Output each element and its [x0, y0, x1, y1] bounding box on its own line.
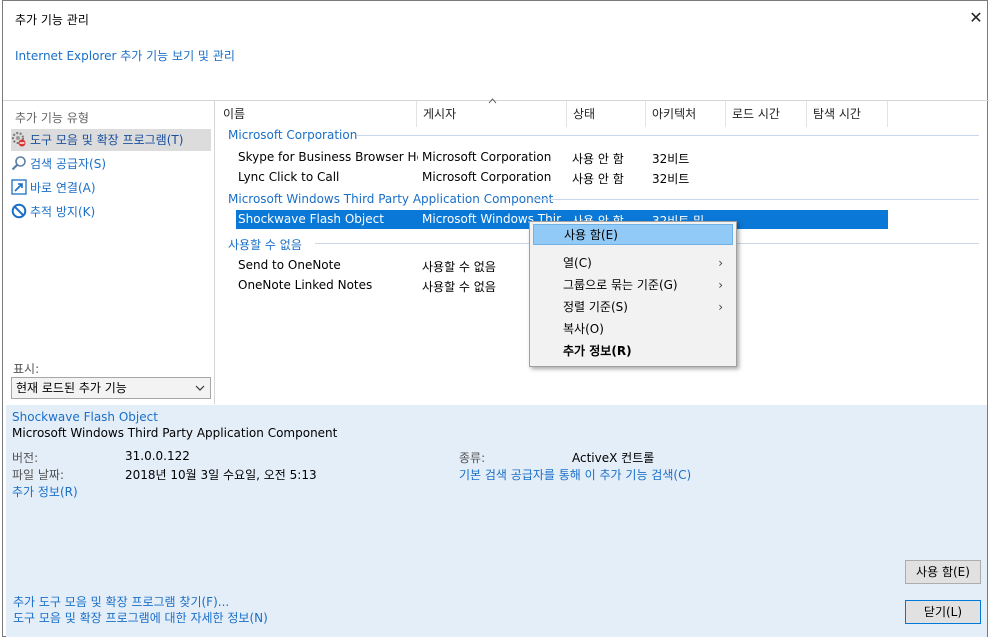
- column-divider[interactable]: [416, 101, 417, 127]
- window-subtitle: Internet Explorer 추가 기능 보기 및 관리: [15, 49, 235, 63]
- menu-item-label: 복사(O): [563, 322, 604, 336]
- column-header-load-time[interactable]: 로드 시간: [732, 105, 780, 122]
- column-header-navigation-time[interactable]: 탐색 시간: [813, 105, 861, 122]
- group-divider: [533, 199, 979, 200]
- sidebar-item-toolbars-extensions[interactable]: 도구 모음 및 확장 프로그램(T): [11, 129, 211, 151]
- column-header-publisher[interactable]: 게시자: [423, 105, 456, 122]
- column-divider[interactable]: [645, 101, 646, 127]
- row-publisher: Microsoft Corporation: [422, 150, 552, 164]
- sidebar-item-label: 바로 연결(A): [30, 181, 96, 195]
- accelerator-icon: [11, 179, 27, 195]
- menu-item-label: 그룹으로 묶는 기준(G): [563, 278, 678, 292]
- menu-item-label: 정렬 기준(S): [563, 300, 628, 314]
- sidebar-item-label: 도구 모음 및 확장 프로그램(T): [30, 133, 184, 147]
- sidebar-item-label: 추적 방지(K): [30, 205, 96, 219]
- window-title: 추가 기능 관리: [15, 13, 89, 27]
- show-dropdown[interactable]: 현재 로드된 추가 기능: [11, 377, 211, 399]
- menu-item-enable[interactable]: 사용 함(E): [533, 224, 733, 245]
- menu-item-group-by[interactable]: 그룹으로 묶는 기준(G) ›: [533, 275, 733, 296]
- addon-type-label: 추가 기능 유형: [15, 111, 89, 125]
- row-architecture: 32비트: [652, 152, 690, 166]
- more-info-link[interactable]: 추가 정보(R): [12, 483, 78, 500]
- version-value: 31.0.0.122: [125, 449, 190, 463]
- sidebar-item-search-providers[interactable]: 검색 공급자(S): [11, 153, 211, 175]
- menu-item-label: 열(C): [563, 256, 592, 270]
- chevron-down-icon: [195, 378, 205, 406]
- manage-addons-window: 추가 기능 관리 ✕ Internet Explorer 추가 기능 보기 및 …: [2, 0, 989, 637]
- learn-more-toolbars-link[interactable]: 도구 모음 및 확장 프로그램에 대한 자세한 정보(N): [13, 609, 268, 626]
- search-icon: [11, 155, 27, 171]
- group-header[interactable]: 사용할 수 없음: [228, 236, 302, 253]
- row-name: Send to OneNote: [238, 258, 341, 272]
- group-divider: [357, 135, 979, 136]
- row-status: 사용 안 함: [572, 172, 624, 186]
- column-divider[interactable]: [566, 101, 567, 127]
- find-more-toolbars-link[interactable]: 추가 도구 모음 및 확장 프로그램 찾기(F)...: [13, 593, 229, 610]
- menu-item-label: 추가 정보(R): [563, 344, 632, 358]
- menu-item-copy[interactable]: 복사(O): [533, 319, 733, 340]
- file-date-label: 파일 날짜:: [12, 468, 65, 482]
- row-name: OneNote Linked Notes: [238, 278, 373, 292]
- version-label: 버전:: [12, 451, 39, 465]
- group-header[interactable]: Microsoft Windows Third Party Applicatio…: [228, 192, 553, 206]
- details-publisher: Microsoft Windows Third Party Applicatio…: [12, 426, 338, 440]
- search-addon-link[interactable]: 기본 검색 공급자를 통해 이 추가 기능 검색(C): [459, 466, 691, 483]
- row-name: Lync Click to Call: [238, 170, 340, 184]
- chevron-right-icon: ›: [718, 300, 723, 314]
- column-header-name[interactable]: 이름: [223, 105, 245, 122]
- pane-divider: [214, 101, 215, 404]
- gear-icon: [11, 131, 27, 147]
- row-name: Skype for Business Browser He...: [238, 150, 418, 164]
- table-row[interactable]: Skype for Business Browser He... Microso…: [236, 148, 888, 167]
- chevron-right-icon: ›: [718, 256, 723, 270]
- column-divider[interactable]: [887, 101, 888, 127]
- chevron-right-icon: ›: [718, 278, 723, 292]
- details-addon-name: Shockwave Flash Object: [12, 410, 158, 424]
- context-menu: 사용 함(E) 열(C) › 그룹으로 묶는 기준(G) › 정렬 기준(S) …: [529, 221, 737, 367]
- column-header-architecture[interactable]: 아키텍처: [652, 105, 696, 122]
- menu-item-more-info[interactable]: 추가 정보(R): [533, 341, 733, 362]
- group-header[interactable]: Microsoft Corporation: [228, 128, 357, 142]
- row-publisher: Microsoft Corporation: [422, 170, 552, 184]
- show-dropdown-value: 현재 로드된 추가 기능: [16, 381, 127, 395]
- row-name: Shockwave Flash Object: [238, 212, 384, 226]
- column-header-status[interactable]: 상태: [573, 105, 595, 122]
- table-row[interactable]: Lync Click to Call Microsoft Corporation…: [236, 168, 888, 187]
- sidebar-item-label: 검색 공급자(S): [30, 157, 106, 171]
- menu-item-columns[interactable]: 열(C) ›: [533, 253, 733, 274]
- menu-item-sort-by[interactable]: 정렬 기준(S) ›: [533, 297, 733, 318]
- sort-up-icon: [488, 97, 497, 107]
- close-icon[interactable]: ✕: [965, 7, 987, 29]
- sidebar-item-tracking-protection[interactable]: 추적 방지(K): [11, 201, 211, 223]
- type-label: 종류:: [459, 451, 486, 465]
- row-status: 사용 안 함: [572, 152, 624, 166]
- row-architecture: 32비트: [652, 172, 690, 186]
- menu-item-label: 사용 함(E): [564, 228, 618, 242]
- column-divider[interactable]: [806, 101, 807, 127]
- close-button[interactable]: 닫기(L): [905, 600, 981, 624]
- tracking-protection-icon: [11, 203, 27, 219]
- enable-button[interactable]: 사용 함(E): [905, 560, 981, 584]
- file-date-value: 2018년 10월 3일 수요일, 오전 5:13: [125, 468, 317, 482]
- type-value: ActiveX 컨트롤: [572, 451, 655, 465]
- show-label: 표시:: [13, 362, 40, 376]
- column-divider[interactable]: [725, 101, 726, 127]
- sidebar-item-accelerators[interactable]: 바로 연결(A): [11, 177, 211, 199]
